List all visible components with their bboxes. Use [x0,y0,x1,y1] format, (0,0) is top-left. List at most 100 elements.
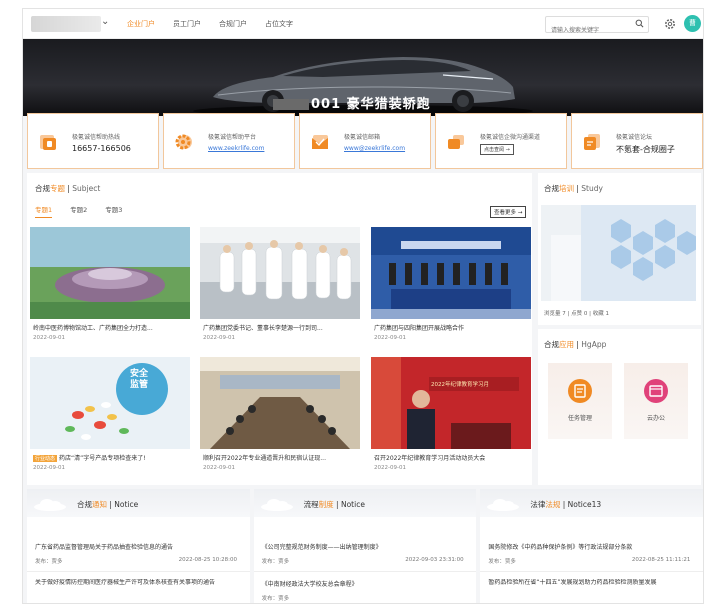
nav-compliance-portal[interactable]: 合规门户 [219,19,247,29]
service-link[interactable]: www.zeekrlife.com [208,145,264,152]
notice-item[interactable]: 暂药品检验所在省“十四五”发展规划助力药品检验检测质量发展 [488,579,696,595]
service-strip: 极氪诚信帮助热线 16657-166506 极氪诚信帮助平台 www.zeekr… [27,113,703,169]
notice-date: 2022-09-03 23:31:00 [405,557,464,563]
service-link[interactable]: www@zeekrlife.com [344,145,405,152]
notice-item[interactable]: 国务院修改《中药品种保护条例》等行政法规部分条款 发布：贾多 2022-08-25… [488,542,696,565]
news-image [200,357,360,449]
news-image [200,227,360,319]
news-image [371,357,531,449]
news-title: 广药集团党委书记、董事长李楚源一行到司... [203,325,323,332]
cloud-icon [260,499,293,511]
category-badge: 行业动态 [33,455,58,462]
chevron-down-icon[interactable]: ⌄ [101,16,109,27]
news-title: 行业动态 药店“清”字号产品专项检查来了! [33,455,146,462]
top-bar: ⌄ 企业门户 员工门户 合规门户 占位文字 曹 [23,9,703,39]
news-image [30,357,190,449]
search-box [545,16,649,38]
notice-author: 发布：贾多 [261,559,290,565]
divider [27,571,250,572]
logo[interactable] [31,16,101,32]
notice-header: 流程制度 | Notice [253,489,477,517]
study-image[interactable] [541,205,696,301]
news-title: 广药集团与四阳集团开展战略合作 [374,325,465,332]
news-date: 2022-09-01 [33,465,65,471]
search-icon[interactable] [635,19,644,28]
section-title: 合规专题 | Subject [35,184,101,193]
service-platform[interactable]: 极氪诚信帮助平台 www.zeekrlife.com [163,113,295,169]
divider [253,571,477,572]
office-icon [644,379,668,403]
notice-column-compliance: 合规通知 | Notice 广东省药品监督管理局关于药品抽查检验信息的通告 发布… [27,489,250,603]
view-count: 浏览量 7 [544,311,566,317]
screenshot-frame: ⌄ 企业门户 员工门户 合规门户 占位文字 曹 001 豪华猎装轿跑 [0,0,726,608]
tab-subject-3[interactable]: 专题3 [105,204,122,218]
news-card[interactable]: 安全 监管 行业动态 药店“清”字号产品专项检查来了! 2022-09-01 [30,357,190,481]
gear-icon [175,134,192,150]
search-input[interactable] [546,23,626,38]
phone-icon [40,135,56,150]
tab-subject-2[interactable]: 专题2 [70,204,87,218]
news-date: 2022-09-01 [374,465,406,471]
avatar[interactable]: 曹 [684,15,701,32]
app-task-management[interactable]: 任务管理 [548,363,612,439]
hero-banner[interactable]: 001 豪华猎装轿跑 [23,39,703,116]
news-card[interactable]: 2022年纪律教育学习月 召开2022年纪律教育学习月活动动员大会 2022-0… [371,357,531,481]
service-title: 极氪诚信企微沟通渠道 [480,134,541,141]
notice-title: 广东省药品监督管理局关于药品抽查检验信息的通告 [35,544,174,551]
nav-enterprise-portal[interactable]: 企业门户 [127,19,155,29]
favorite-count: 收藏 1 [592,311,609,317]
news-card[interactable]: 岭南中医药博物馆动工、广药集团全力打造... 2022-09-01 [30,227,190,351]
banner-title: 001 豪华猎装轿跑 [273,93,431,112]
notice-item[interactable]: 广东省药品监督管理局关于药品抽查检验信息的通告 发布：贾多 2022-08-25 … [35,542,243,565]
service-hotline[interactable]: 极氪诚信帮助热线 16657-166506 [27,113,159,169]
news-image-overlay: 安全 监管 [130,369,149,390]
like-count: 点赞 0 [571,311,588,317]
task-icon [568,379,592,403]
notice-title: 关于做好疫情防控期间医疗器械生产许可及体系核查有关事项的通告 [35,579,216,586]
divider [480,571,703,572]
service-email[interactable]: 极氪诚信邮箱 www@zeekrlife.com [299,113,431,169]
tab-subject-1[interactable]: 专题1 [35,204,53,218]
news-date: 2022-09-01 [203,335,235,341]
service-value: 不氪套-合规圈子 [616,145,675,154]
subject-tabs: 专题1 专题2 专题3 [35,204,122,218]
notice-author: 发布：贾多 [488,559,516,565]
notice-title: 国务院修改《中药品种保护条例》等行政法规部分条款 [488,544,633,551]
notice-column-law: 法律法规 | Notice13 国务院修改《中药品种保护条例》等行政法规部分条款… [480,489,703,603]
section-title: 合规应用 | HgApp [544,340,607,349]
news-card[interactable]: 广药集团党委书记、董事长李楚源一行到司... 2022-09-01 [200,227,360,351]
service-value: 16657-166506 [72,144,131,153]
view-more-button[interactable]: 查看更多 → [490,206,527,218]
view-button[interactable]: 点击查阅 → [480,144,514,155]
notice-item[interactable]: 关于做好疫情防控期间医疗器械生产许可及体系核查有关事项的通告 [35,579,243,595]
notice-title: 暂药品检验所在省“十四五”发展规划助力药品检验检测质量发展 [488,579,657,586]
gear-icon[interactable] [664,18,676,30]
service-title: 极氪诚信帮助平台 [208,134,257,141]
app-label: 云办公 [646,415,665,422]
banner-text: 001 豪华猎装轿跑 [311,97,431,112]
service-wecom[interactable]: 极氪诚信企微沟通渠道 点击查阅 → [435,113,567,169]
mail-icon [312,135,328,149]
nav-employee-portal[interactable]: 员工门户 [173,19,201,29]
app-cloud-office[interactable]: 云办公 [624,363,688,439]
notice-header: 法律法规 | Notice13 [480,489,703,517]
service-title: 极氪诚信邮箱 [344,134,381,141]
notice-column-process: 流程制度 | Notice 《公司完整规范财务制度——出纳管理制度》 发布：贾多… [253,489,477,603]
news-title: 顺利召开2022年专业通道晋升和民宿认证现... [203,455,326,462]
notice-title: 《公司完整规范财务制度——出纳管理制度》 [261,544,382,551]
news-card[interactable]: 广药集团与四阳集团开展战略合作 2022-09-01 [371,227,531,351]
cloud-icon [34,499,66,511]
subject-panel: 合规专题 | Subject 专题1 专题2 专题3 查看更多 → 岭南中医药博… [27,173,532,485]
notice-item[interactable]: 《公司完整规范财务制度——出纳管理制度》 发布：贾多 2022-09-03 23:… [262,542,470,565]
nav-placeholder[interactable]: 占位文字 [265,19,293,29]
notice-title: 《中南财经政法大学校友总会章程》 [261,581,358,588]
redaction-mask [273,99,309,110]
notice-header: 合规通知 | Notice [27,489,250,517]
notice-date: 2022-08-25 11:11:21 [631,557,691,563]
news-card[interactable]: 顺利召开2022年专业通道晋升和民宿认证现... 2022-09-01 [200,357,360,481]
news-image-overlay: 2022年纪律教育学习月 [431,382,489,388]
service-forum[interactable]: 极氪诚信论坛 不氪套-合规圈子 [571,113,703,169]
notice-date: 2022-08-25 10:28:00 [178,557,237,563]
service-title: 极氪诚信论坛 [616,134,653,141]
notice-item[interactable]: 《中南财经政法大学校友总会章程》 发布：贾多 [262,579,470,602]
